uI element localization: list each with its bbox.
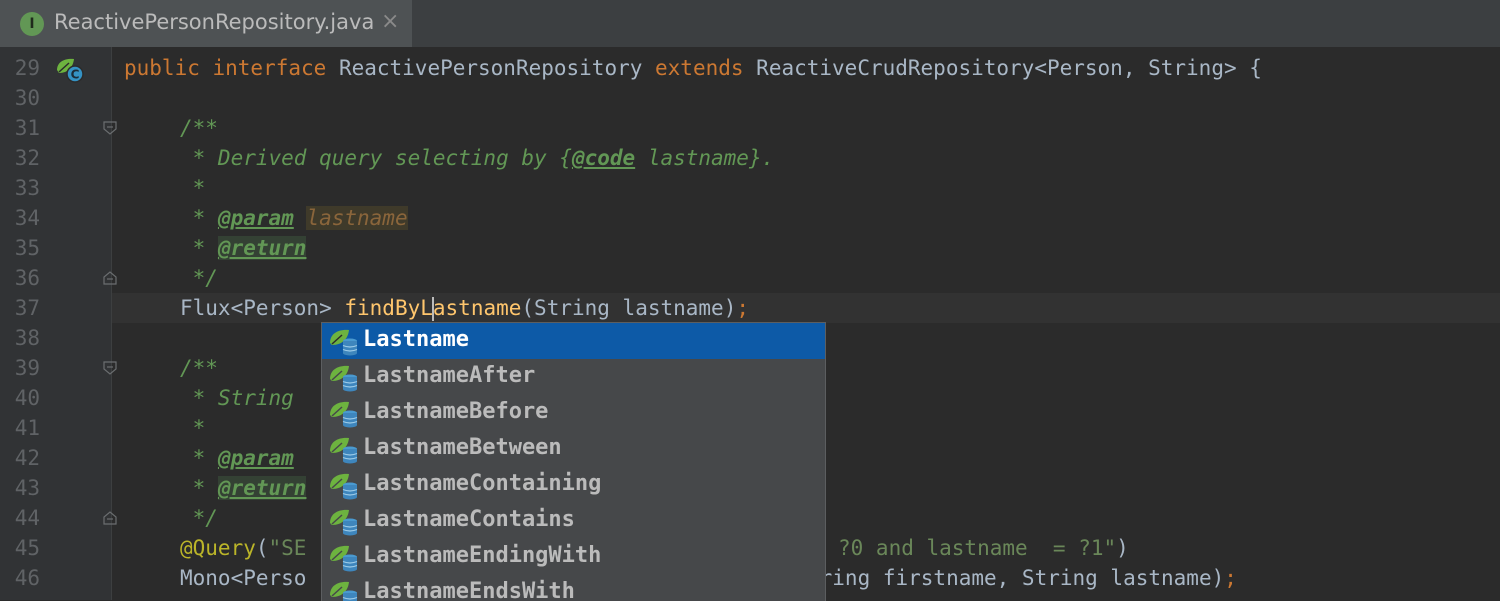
completion-item-label: LastnameBefore xyxy=(363,399,549,424)
completion-item-label: LastnameEndsWith xyxy=(363,579,575,601)
string-literal: "SE xyxy=(268,536,307,560)
doc-text: * xyxy=(180,236,218,260)
code-line-34[interactable]: * @param lastname xyxy=(180,203,408,233)
completion-item-label: LastnameEndingWith xyxy=(363,543,602,568)
doc-tag: @param xyxy=(217,446,294,470)
method-args: (String lastname) xyxy=(521,296,737,320)
keyword: extends xyxy=(655,56,757,80)
line-number: 36 xyxy=(14,266,40,290)
interface-icon: I xyxy=(20,12,44,36)
code-line-44[interactable]: */ xyxy=(180,503,218,533)
line-number: 43 xyxy=(14,476,40,500)
completion-item-label: LastnameContains xyxy=(363,507,575,532)
spring-data-repository-icon xyxy=(330,509,358,536)
line-number: 29 xyxy=(14,56,40,80)
code-text: ReactiveCrudRepository<Person, String> { xyxy=(756,56,1262,80)
spring-data-repository-icon xyxy=(330,545,358,572)
code-line-43[interactable]: * @return xyxy=(180,473,307,503)
paren: ) xyxy=(1116,536,1129,560)
code-line-45-tail[interactable]: ?0 and lastname = ?1") xyxy=(838,533,1129,563)
spring-data-repository-icon xyxy=(330,437,358,464)
doc-text: * Derived query selecting by { xyxy=(180,146,572,170)
code-line-40[interactable]: * String xyxy=(180,383,306,413)
completion-item[interactable]: LastnameContaining xyxy=(322,467,825,503)
line-number: 45 xyxy=(14,536,40,560)
code-line-33[interactable]: * xyxy=(180,173,206,203)
code-line-31[interactable]: /** xyxy=(180,113,218,143)
line-number: 30 xyxy=(14,86,40,110)
keyword: public interface xyxy=(124,56,339,80)
line-number: 35 xyxy=(14,236,40,260)
completion-item-label: Lastname xyxy=(363,327,469,352)
completion-item[interactable]: LastnameBetween xyxy=(322,431,825,467)
line-number: 40 xyxy=(14,386,40,410)
method-name: findByL xyxy=(344,296,433,320)
code-line-29[interactable]: public interface ReactivePersonRepositor… xyxy=(124,53,1262,83)
line-number: 46 xyxy=(14,566,40,590)
doc-tag: @return xyxy=(217,236,307,260)
line-number: 42 xyxy=(14,446,40,470)
fold-marker-icon[interactable] xyxy=(103,121,117,135)
spring-bean-implementation-icon[interactable]: C xyxy=(54,56,86,84)
code-line-32[interactable]: * Derived query selecting by {@code last… xyxy=(180,143,775,173)
paren: ( xyxy=(255,536,269,560)
line-number: 33 xyxy=(14,176,40,200)
tab-title: ReactivePersonRepository.java xyxy=(54,10,375,34)
completion-item-label: LastnameAfter xyxy=(363,363,536,388)
semicolon: ; xyxy=(736,296,749,320)
annotation: @Query xyxy=(180,536,256,560)
code-line-45[interactable]: @Query("SE xyxy=(180,533,306,563)
completion-item[interactable]: LastnameBefore xyxy=(322,395,825,431)
spring-data-repository-icon xyxy=(330,329,358,356)
string-literal: ?0 and lastname = ?1" xyxy=(838,536,1117,560)
interface-name: ReactivePersonRepository xyxy=(338,56,656,80)
doc-tag: @return xyxy=(217,476,307,500)
code-line-46[interactable]: Mono<Perso xyxy=(180,563,306,593)
completion-item[interactable]: Lastname xyxy=(322,323,825,359)
fold-end-marker-icon[interactable] xyxy=(103,271,117,285)
doc-text: * xyxy=(180,446,218,470)
spring-data-repository-icon xyxy=(330,473,358,500)
line-number: 32 xyxy=(14,146,40,170)
doc-text: * xyxy=(180,476,218,500)
code-line-36[interactable]: */ xyxy=(180,263,218,293)
semicolon: ; xyxy=(1224,566,1237,590)
code-line-39[interactable]: /** xyxy=(180,353,218,383)
completion-item[interactable]: LastnameEndsWith xyxy=(322,575,825,601)
spring-data-repository-icon xyxy=(330,401,358,428)
completion-item-label: LastnameContaining xyxy=(363,471,602,496)
method-name: astname xyxy=(432,296,522,320)
completion-item[interactable]: LastnameContains xyxy=(322,503,825,539)
doc-text: * xyxy=(180,206,218,230)
doc-text: lastname}. xyxy=(635,146,775,170)
completion-item-label: LastnameBetween xyxy=(363,435,562,460)
line-number: 39 xyxy=(14,356,40,380)
return-type: Flux<Person> xyxy=(180,296,345,320)
editor-tab-bar: I ReactivePersonRepository.java × xyxy=(0,0,1500,47)
code-line-41[interactable]: * xyxy=(180,413,206,443)
line-number: 44 xyxy=(14,506,40,530)
line-number: 38 xyxy=(14,326,40,350)
spring-data-repository-icon xyxy=(330,365,358,392)
completion-item[interactable]: LastnameAfter xyxy=(322,359,825,395)
doc-tag: @param xyxy=(217,206,294,230)
code-completion-popup[interactable]: Lastname LastnameAfter LastnameBefore La… xyxy=(321,322,826,601)
completion-item[interactable]: LastnameEndingWith xyxy=(322,539,825,575)
tab-reactive-person-repository[interactable]: I ReactivePersonRepository.java × xyxy=(0,0,412,47)
gutter-icon-letter: C xyxy=(71,68,80,82)
code-line-37[interactable]: Flux<Person> findByLastname(String lastn… xyxy=(180,293,749,323)
line-number: 34 xyxy=(14,206,40,230)
fold-marker-icon[interactable] xyxy=(103,361,117,375)
line-number: 31 xyxy=(14,116,40,140)
line-number: 37 xyxy=(14,296,40,320)
doc-param-name: lastname xyxy=(306,206,408,230)
code-line-42[interactable]: * @param xyxy=(180,443,294,473)
code-line-35[interactable]: * @return xyxy=(180,233,307,263)
fold-end-marker-icon[interactable] xyxy=(103,511,117,525)
close-icon[interactable]: × xyxy=(381,9,399,34)
line-number: 41 xyxy=(14,416,40,440)
doc-tag: @code xyxy=(571,146,636,170)
spring-data-repository-icon xyxy=(330,581,358,601)
